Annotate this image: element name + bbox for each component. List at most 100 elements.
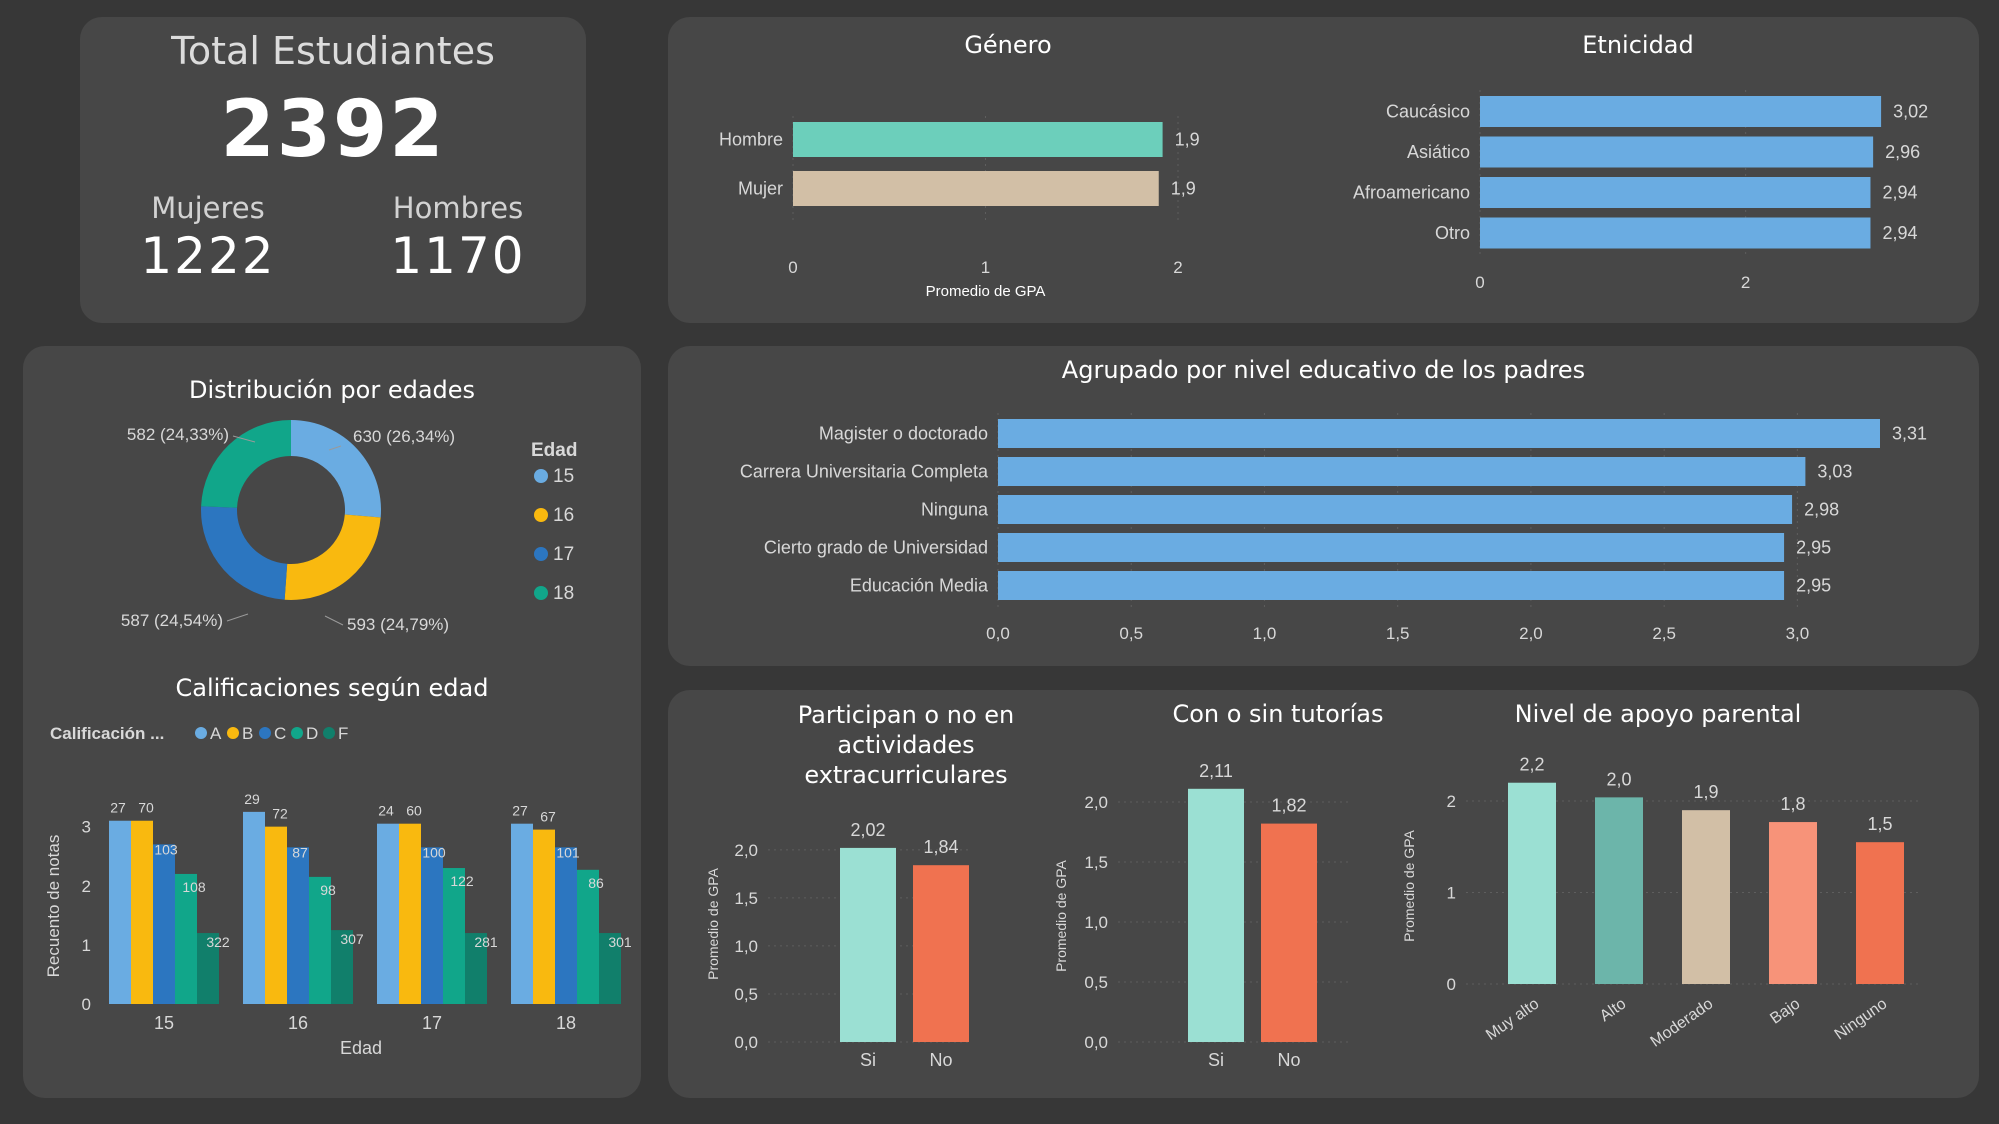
x-tick-label: 0,0 bbox=[986, 624, 1010, 643]
data-label: 72 bbox=[272, 806, 288, 822]
data-label: 2,2 bbox=[1519, 755, 1544, 775]
kpi-title: Total Estudiantes bbox=[171, 29, 495, 73]
y-tick-label: 3 bbox=[82, 818, 91, 837]
bar bbox=[998, 495, 1793, 524]
legend-marker bbox=[227, 727, 239, 739]
y-tick-label: 1 bbox=[82, 936, 91, 955]
legend-label: A bbox=[210, 724, 222, 743]
bar bbox=[998, 571, 1785, 600]
data-label: 100 bbox=[422, 844, 446, 860]
y-tick-label: 2 bbox=[1447, 792, 1456, 811]
y-axis-label: Recuento de notas bbox=[44, 835, 63, 978]
data-label: 301 bbox=[608, 934, 632, 950]
bar bbox=[998, 533, 1785, 562]
bar bbox=[131, 820, 153, 1004]
data-label: 1,9 bbox=[1693, 782, 1718, 802]
bar bbox=[555, 847, 577, 1004]
etnicidad-chart: 0 2 Caucásico 3,02 Asiático 2,96 Afroamericano… bbox=[1353, 90, 1928, 292]
bar bbox=[1480, 96, 1882, 127]
data-label: 3,03 bbox=[1817, 462, 1852, 482]
bar bbox=[109, 820, 131, 1004]
bar bbox=[1769, 822, 1817, 984]
x-tick-label: Bajo bbox=[1767, 995, 1803, 1027]
y-axis-label: Promedio de GPA bbox=[1401, 829, 1417, 941]
x-tick-label: Alto bbox=[1597, 995, 1629, 1025]
category-label: Cierto grado de Universidad bbox=[764, 538, 988, 558]
legend-label: D bbox=[306, 724, 318, 743]
bar bbox=[1856, 842, 1904, 984]
bar bbox=[1480, 136, 1874, 168]
y-tick-label: 2 bbox=[82, 877, 91, 896]
category-label: Ninguna bbox=[921, 500, 989, 520]
x-tick-label: 17 bbox=[422, 1013, 442, 1033]
x-tick-label: 2,0 bbox=[1519, 624, 1543, 643]
data-label: 27 bbox=[512, 803, 528, 819]
x-tick-label: Ninguno bbox=[1832, 995, 1891, 1043]
data-label: 86 bbox=[588, 875, 604, 891]
legend-label: B bbox=[242, 724, 253, 743]
data-label: 281 bbox=[474, 934, 498, 950]
legend-marker bbox=[323, 727, 335, 739]
legend-marker bbox=[291, 727, 303, 739]
category-label: Caucásico bbox=[1386, 102, 1470, 122]
data-label: 2,94 bbox=[1882, 223, 1917, 243]
bar bbox=[998, 457, 1806, 486]
bar bbox=[1480, 217, 1871, 249]
data-label: 3,31 bbox=[1892, 424, 1927, 444]
category-label: Asiático bbox=[1407, 142, 1470, 162]
x-tick-label: 2 bbox=[1741, 273, 1750, 292]
bar bbox=[399, 823, 421, 1004]
data-label: 98 bbox=[320, 882, 336, 898]
data-label: 101 bbox=[556, 844, 580, 860]
data-label: 29 bbox=[244, 791, 260, 807]
data-label: 322 bbox=[206, 934, 230, 950]
data-label: 70 bbox=[138, 800, 154, 816]
bar bbox=[265, 826, 287, 1004]
category-label: Otro bbox=[1435, 223, 1470, 243]
x-tick-label: 2,5 bbox=[1652, 624, 1676, 643]
bar bbox=[1508, 782, 1556, 984]
kpi-total: 2392 bbox=[220, 85, 446, 175]
y-tick-label: 0 bbox=[1447, 975, 1456, 994]
panel-padres: Agrupado por nivel educativo de los padr… bbox=[668, 346, 1979, 666]
padres-chart: 0,0 0,5 1,0 1,5 2,0 2,5 3,0 Magister o doctorad… bbox=[740, 413, 1927, 643]
legend-label: C bbox=[274, 724, 286, 743]
kpi-card: Total Estudiantes 2392 Mujeres 1222 Homb… bbox=[80, 17, 586, 323]
legend-marker bbox=[195, 727, 207, 739]
category-label: Afroamericano bbox=[1353, 183, 1470, 203]
x-tick-label: Muy alto bbox=[1483, 995, 1542, 1044]
kpi-male-label: Hombres bbox=[392, 191, 524, 225]
data-label: 24 bbox=[378, 803, 394, 819]
data-label: 103 bbox=[154, 841, 178, 857]
data-label: 2,96 bbox=[1885, 142, 1920, 162]
panel-edades: Distribución por edades Calificaciones s… bbox=[23, 346, 641, 1098]
bar bbox=[243, 811, 265, 1004]
legend-title: Calificación ... bbox=[50, 724, 164, 743]
legend-marker bbox=[259, 727, 271, 739]
bar bbox=[1682, 810, 1730, 984]
category-label: Educación Media bbox=[850, 576, 989, 596]
kpi-female-value: 1222 bbox=[140, 227, 276, 285]
x-tick-label: 0,5 bbox=[1119, 624, 1143, 643]
data-label: 27 bbox=[110, 800, 126, 816]
bar bbox=[533, 829, 555, 1004]
bar bbox=[998, 419, 1880, 448]
x-tick-label: Moderado bbox=[1648, 995, 1717, 1050]
data-label: 1,5 bbox=[1867, 814, 1892, 834]
x-tick-label: 16 bbox=[288, 1013, 308, 1033]
category-label: Magister o doctorado bbox=[819, 424, 988, 444]
x-axis-label: Edad bbox=[340, 1038, 382, 1058]
y-tick-label: 0 bbox=[82, 995, 91, 1014]
bar bbox=[153, 844, 175, 1004]
x-tick-label: 1,5 bbox=[1386, 624, 1410, 643]
data-label: 2,95 bbox=[1796, 538, 1831, 558]
data-label: 2,0 bbox=[1606, 769, 1631, 789]
y-tick-label: 1 bbox=[1447, 884, 1456, 903]
data-label: 87 bbox=[292, 844, 308, 860]
data-label: 307 bbox=[340, 931, 364, 947]
panel-genero-etnicidad: Género Etnicidad 0 1 2 Hombre 1,9 Mujer 1,9 Pro… bbox=[668, 17, 1979, 323]
x-tick-label: 3,0 bbox=[1786, 624, 1810, 643]
legend-label: F bbox=[338, 724, 348, 743]
category-label: Carrera Universitaria Completa bbox=[740, 462, 989, 482]
bar bbox=[511, 823, 533, 1004]
